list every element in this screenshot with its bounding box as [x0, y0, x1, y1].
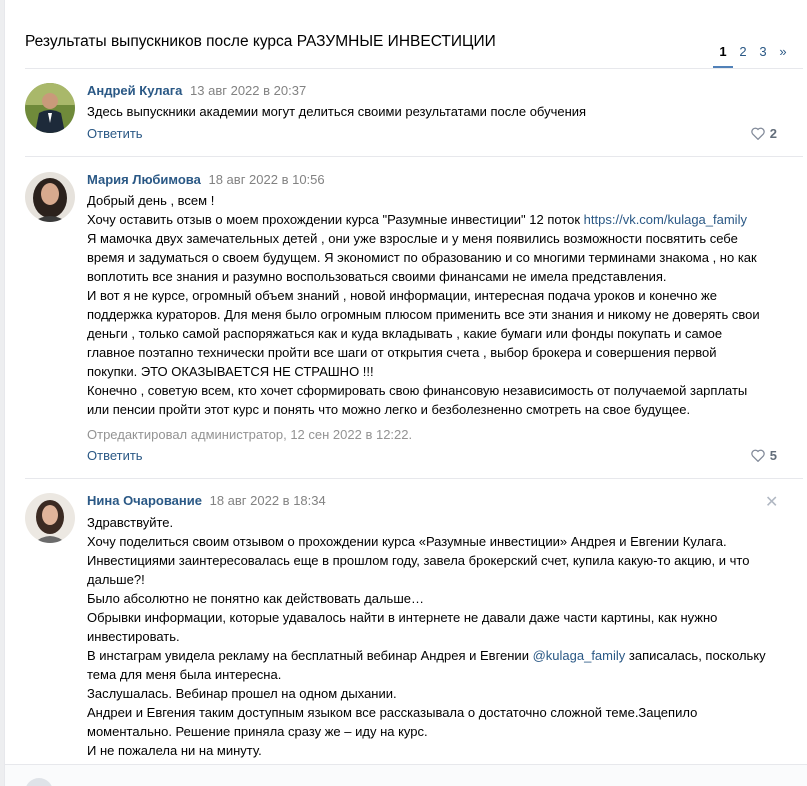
text-line: тема для меня была интересна. — [87, 667, 282, 682]
text-line: дальше?! — [87, 572, 145, 587]
post-text: Добрый день , всем ! Хочу оставить отзыв… — [87, 191, 787, 419]
discussion-card: Результаты выпускников после курса РАЗУМ… — [4, 0, 807, 786]
text-line: поддержка кураторов. Для меня было огром… — [87, 307, 760, 322]
author-link[interactable]: Андрей Кулага — [87, 83, 182, 98]
text-line: Инвестициями заинтересовалась еще в прош… — [87, 553, 750, 568]
topic-header: Результаты выпускников после курса РАЗУМ… — [5, 0, 807, 68]
text-line: Андреи и Евгения таким доступным языком … — [87, 705, 698, 720]
text-line-content: Хочу оставить отзыв о моем прохождении к… — [87, 212, 584, 227]
heart-icon — [750, 127, 765, 140]
post-header: Нина Очарование 18 авг 2022 в 18:34 — [87, 493, 326, 508]
like-button[interactable]: 5 — [750, 448, 777, 463]
post-header: Мария Любимова 18 авг 2022 в 10:56 — [87, 172, 325, 187]
page-3-link[interactable]: 3 — [753, 44, 773, 66]
text-line: Добрый день , всем ! — [87, 193, 215, 208]
like-count: 5 — [769, 448, 777, 463]
text-line: Обрывки информации, которые удавалось на… — [87, 610, 718, 625]
text-line: воплотить все знания и разумно воспользо… — [87, 269, 667, 284]
reply-button[interactable]: Ответить — [87, 126, 143, 141]
post-header: Андрей Кулага 13 авг 2022 в 20:37 — [87, 83, 306, 98]
post-text: Здравствуйте. Хочу поделиться своим отзы… — [87, 513, 787, 760]
next-page-link[interactable]: » — [773, 44, 793, 66]
group-link[interactable]: https://vk.com/kulaga_family — [584, 212, 747, 227]
divider — [25, 156, 803, 157]
avatar — [25, 778, 53, 786]
mention-link[interactable]: @kulaga_family — [533, 648, 626, 663]
post-date[interactable]: 13 авг 2022 в 20:37 — [190, 83, 306, 98]
page-2-link[interactable]: 2 — [733, 44, 753, 66]
text-line: моментально. Решение приняла сразу же – … — [87, 724, 428, 739]
text-line: Здесь выпускники академии могут делиться… — [87, 104, 587, 119]
text-line: И вот я не курсе, огромный объем знаний … — [87, 288, 717, 303]
divider — [25, 478, 803, 479]
edited-note: Отредактировал администратор, 12 сен 202… — [87, 427, 413, 442]
text-line: Хочу оставить отзыв о моем прохождении к… — [87, 210, 787, 229]
avatar[interactable] — [25, 172, 75, 222]
reply-button[interactable]: Ответить — [87, 448, 143, 463]
text-line-content: В инстаграм увидела рекламу на бесплатны… — [87, 648, 533, 663]
page-1-link[interactable]: 1 — [713, 44, 733, 68]
text-line: Здравствуйте. — [87, 515, 174, 530]
like-button[interactable]: 2 — [750, 126, 777, 141]
text-line: В инстаграм увидела рекламу на бесплатны… — [87, 646, 787, 665]
text-line: деньги , только самой распоряжаться как … — [87, 326, 723, 341]
author-link[interactable]: Нина Очарование — [87, 493, 202, 508]
author-link[interactable]: Мария Любимова — [87, 172, 201, 187]
text-line: Было абсолютно не понятно как действоват… — [87, 591, 424, 606]
text-line: или пенсии пройти этот курс и понять что… — [87, 402, 691, 417]
text-line: Хочу поделиться своим отзывом о прохожде… — [87, 534, 727, 549]
text-line: покупки. ЭТО ОКАЗЫВАЕТСЯ НЕ СТРАШНО !!! — [87, 364, 374, 379]
text-line: И не пожалела ни на минуту. — [87, 743, 262, 758]
text-line: инвестировать. — [87, 629, 180, 644]
text-line-content: записалась, поскольку — [625, 648, 766, 663]
avatar[interactable] — [25, 493, 75, 543]
text-line: Я мамочка двух замечательных детей , они… — [87, 231, 738, 246]
post-text: Здесь выпускники академии могут делиться… — [87, 102, 787, 121]
text-line: Конечно , советую всем, кто хочет сформи… — [87, 383, 748, 398]
divider — [25, 68, 803, 69]
reply-form-bar — [5, 764, 807, 786]
post-date[interactable]: 18 авг 2022 в 18:34 — [210, 493, 326, 508]
like-count: 2 — [769, 126, 777, 141]
topic-title: Результаты выпускников после курса РАЗУМ… — [25, 33, 496, 50]
text-line: главное поэтапно технически пройти все ш… — [87, 345, 717, 360]
close-icon[interactable]: ✕ — [765, 492, 778, 512]
post-date[interactable]: 18 авг 2022 в 10:56 — [208, 172, 324, 187]
text-line: время и задуматься о своем будущем. Я эк… — [87, 250, 757, 265]
text-line: Заслушалась. Вебинар прошел на одном дых… — [87, 686, 397, 701]
pagination: 1 2 3 » — [713, 44, 793, 68]
avatar[interactable] — [25, 83, 75, 133]
heart-icon — [750, 449, 765, 462]
